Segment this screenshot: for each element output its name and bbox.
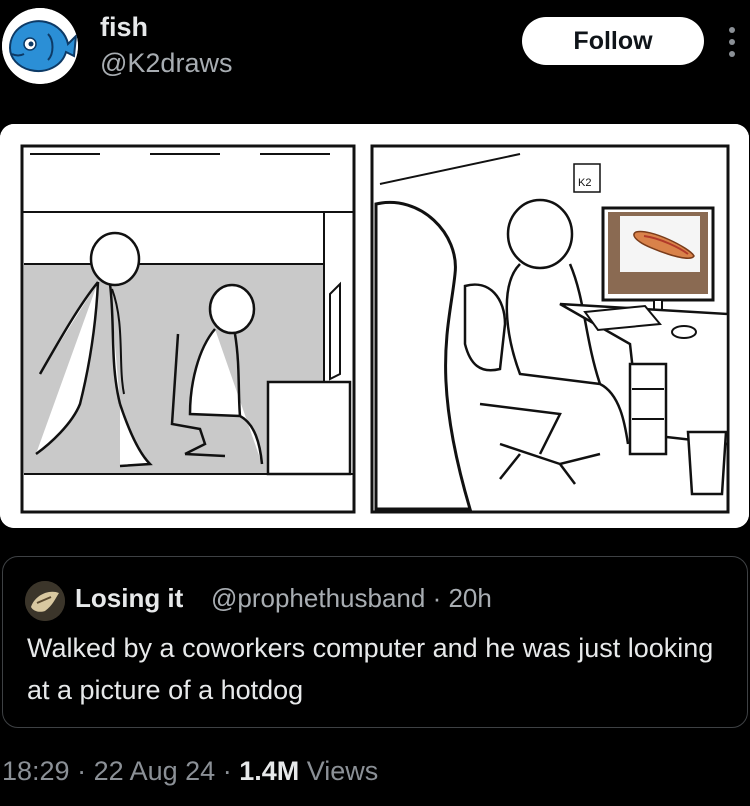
more-vertical-icon (729, 27, 735, 57)
quoted-separator: · (425, 583, 449, 613)
author-handle[interactable]: @K2draws (100, 48, 232, 79)
quoted-avatar-icon (25, 581, 65, 621)
quoted-meta: @prophethusband · 20h (211, 583, 492, 614)
author-name[interactable]: fish (100, 12, 148, 43)
comic-drawing: K2 (0, 124, 749, 528)
quoted-text: Walked by a coworkers computer and he wa… (27, 633, 714, 705)
quoted-post[interactable]: Losing it @prophethusband · 20h Walked b… (2, 556, 748, 728)
panel-signature: K2 (578, 177, 591, 189)
comic-image[interactable]: K2 (0, 124, 749, 528)
views-label: Views (299, 756, 379, 786)
quoted-author-name[interactable]: Losing it (75, 583, 183, 614)
comic-panel-1 (20, 144, 356, 514)
footer-separator: · (215, 756, 240, 786)
comic-panel-2: K2 (370, 144, 730, 514)
quoted-author-handle[interactable]: @prophethusband (211, 583, 425, 613)
quoted-avatar[interactable] (25, 581, 65, 621)
footer-separator: · (69, 756, 94, 786)
quoted-time[interactable]: 20h (448, 583, 491, 613)
post-footer: 18:29 · 22 Aug 24 · 1.4M Views (2, 756, 378, 787)
post-date[interactable]: 22 Aug 24 (94, 756, 216, 786)
views-count[interactable]: 1.4M (239, 756, 299, 786)
follow-button[interactable]: Follow (522, 17, 704, 65)
author-avatar[interactable] (2, 8, 78, 84)
fish-avatar-icon (2, 8, 78, 84)
post-time[interactable]: 18:29 (2, 756, 70, 786)
more-options-button[interactable] (722, 22, 742, 62)
